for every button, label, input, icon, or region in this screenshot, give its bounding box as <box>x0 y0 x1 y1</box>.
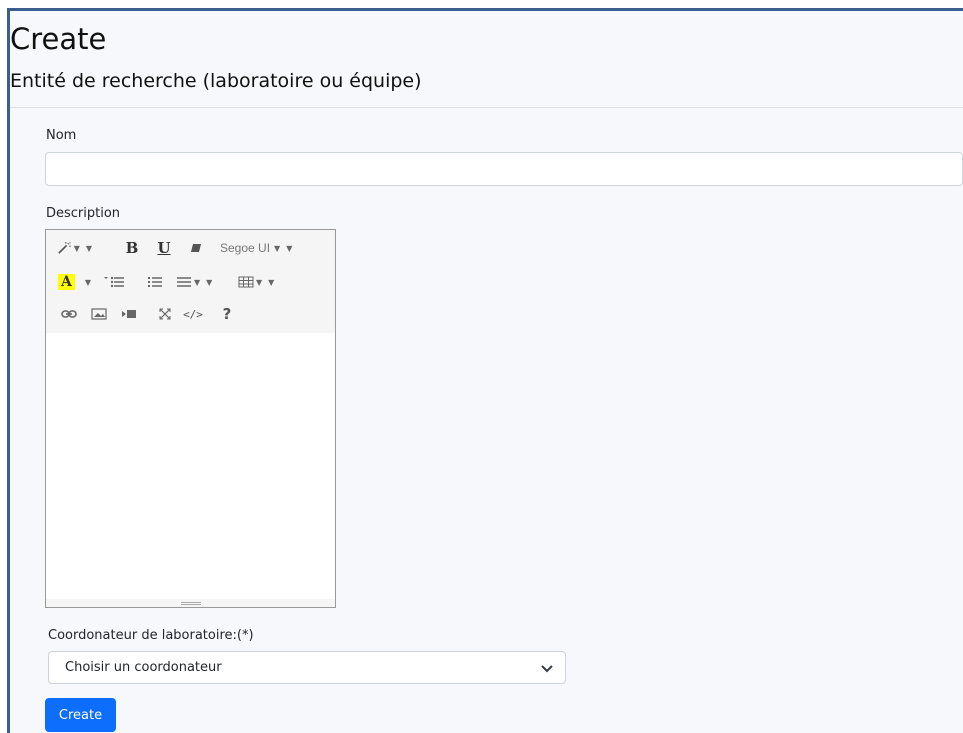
underline-icon[interactable]: U <box>154 235 174 261</box>
ordered-list-icon[interactable] <box>144 269 166 295</box>
text-color-icon[interactable]: A ▼ <box>58 269 100 295</box>
picture-icon[interactable] <box>88 301 110 327</box>
fullscreen-icon[interactable] <box>154 301 176 327</box>
coordonateur-selected-value: Choisir un coordonateur <box>65 660 222 675</box>
page-subtitle: Entité de recherche (laboratoire ou équi… <box>10 70 422 92</box>
chevron-down-icon <box>541 658 553 677</box>
coordonateur-label: Coordonateur de laboratoire:(*) <box>48 628 254 643</box>
eraser-icon[interactable] <box>186 235 206 261</box>
create-button[interactable]: Create <box>45 698 116 732</box>
link-icon[interactable] <box>58 301 80 327</box>
header-divider <box>10 107 963 108</box>
table-icon[interactable]: ▼ ▼ <box>238 269 284 295</box>
coordonateur-select[interactable]: Choisir un coordonateur <box>48 651 566 684</box>
unordered-list-icon[interactable] <box>100 269 128 295</box>
page-title: Create <box>10 22 107 56</box>
description-label: Description <box>46 206 121 221</box>
editor-toolbar: ▼ ▼ B U Segoe UI ▼ ▼ A ▼ ▼ ▼ ▼ ▼ </> ? <box>46 230 335 333</box>
editor-resize-handle[interactable] <box>46 599 335 607</box>
description-editor: ▼ ▼ B U Segoe UI ▼ ▼ A ▼ ▼ ▼ ▼ ▼ </> ? <box>45 229 336 608</box>
magic-style-icon[interactable]: ▼ ▼ <box>58 235 92 261</box>
help-icon[interactable]: ? <box>218 301 236 327</box>
nom-label: Nom <box>46 128 77 143</box>
code-view-icon[interactable]: </> <box>180 301 206 327</box>
nom-input[interactable] <box>45 152 963 186</box>
bold-icon[interactable]: B <box>122 235 142 261</box>
paragraph-align-icon[interactable]: ▼ ▼ <box>176 269 222 295</box>
video-icon[interactable] <box>118 301 140 327</box>
font-name-dropdown[interactable]: Segoe UI ▼ ▼ <box>220 235 312 261</box>
